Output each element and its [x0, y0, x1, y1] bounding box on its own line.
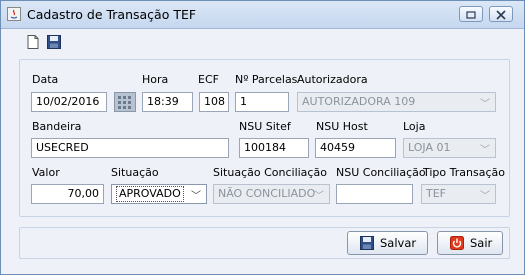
hora-field[interactable]: 18:39: [142, 92, 193, 112]
nsu-host-field[interactable]: 40459: [315, 138, 396, 158]
window-title: Cadastro de Transação TEF: [27, 7, 197, 22]
data-field[interactable]: 10/02/2016: [31, 92, 107, 112]
situacao-conciliacao-value: NÃO CONCILIADO: [218, 187, 316, 200]
parcelas-field[interactable]: 1: [235, 92, 289, 112]
chevron-down-icon: ﹀: [480, 99, 490, 110]
chevron-down-icon: ﹀: [191, 191, 201, 202]
java-app-icon: [7, 7, 21, 21]
situacao-value: APROVADO: [116, 186, 184, 202]
save-button[interactable]: Salvar: [347, 231, 428, 255]
label-situacao: Situação: [111, 166, 159, 179]
chevron-down-icon: ﹀: [314, 191, 324, 202]
chevron-down-icon: ﹀: [480, 191, 490, 202]
label-tipo-transacao: Tipo Transação: [423, 166, 505, 179]
situacao-conciliacao-select[interactable]: NÃO CONCILIADO ﹀: [213, 184, 330, 204]
chevron-down-icon: ﹀: [480, 145, 490, 156]
loja-value: LOJA 01: [408, 141, 451, 154]
tipo-transacao-value: TEF: [426, 187, 446, 200]
label-ecf: ECF: [198, 73, 219, 86]
minimize-button[interactable]: [459, 6, 483, 22]
floppy-disk-icon[interactable]: [46, 34, 62, 50]
label-autorizadora: Autorizadora: [297, 73, 368, 86]
title-bar: Cadastro de Transação TEF: [1, 1, 524, 29]
exit-button-label: Sair: [470, 236, 493, 250]
loja-select[interactable]: LOJA 01 ﹀: [403, 138, 496, 158]
label-nsu-conciliacao: NSU Conciliação: [336, 166, 426, 179]
label-loja: Loja: [403, 120, 426, 133]
autorizadora-select[interactable]: AUTORIZADORA 109 ﹀: [297, 92, 496, 112]
power-icon: [450, 236, 464, 250]
label-data: Data: [32, 73, 59, 86]
ecf-field[interactable]: 108: [199, 92, 229, 112]
calendar-icon: [118, 96, 131, 109]
close-button[interactable]: [489, 6, 513, 22]
label-valor: Valor: [32, 166, 60, 179]
label-hora: Hora: [142, 73, 169, 86]
situacao-select[interactable]: APROVADO ﹀: [111, 184, 207, 204]
label-situacao-conciliacao: Situação Conciliação: [213, 166, 327, 179]
floppy-disk-icon: [360, 236, 374, 250]
calendar-button[interactable]: [114, 92, 136, 112]
close-icon: [496, 10, 506, 20]
exit-button[interactable]: Sair: [437, 231, 503, 255]
tipo-transacao-select[interactable]: TEF ﹀: [421, 184, 496, 204]
save-button-label: Salvar: [380, 236, 417, 250]
window: Cadastro de Transação TEF Data Hora ECF …: [0, 0, 525, 275]
minimize-icon: [466, 11, 476, 19]
label-parcelas: Nº Parcelas: [235, 73, 298, 86]
nsu-sitef-field[interactable]: 100184: [239, 138, 309, 158]
label-nsu-sitef: NSU Sitef: [239, 120, 291, 133]
label-nsu-host: NSU Host: [316, 120, 368, 133]
valor-field[interactable]: 70,00: [31, 184, 104, 204]
label-bandeira: Bandeira: [32, 120, 82, 133]
bandeira-field[interactable]: USECRED: [31, 138, 229, 158]
autorizadora-value: AUTORIZADORA 109: [302, 95, 416, 108]
nsu-conciliacao-field[interactable]: [336, 184, 413, 204]
new-document-icon[interactable]: [25, 34, 41, 50]
